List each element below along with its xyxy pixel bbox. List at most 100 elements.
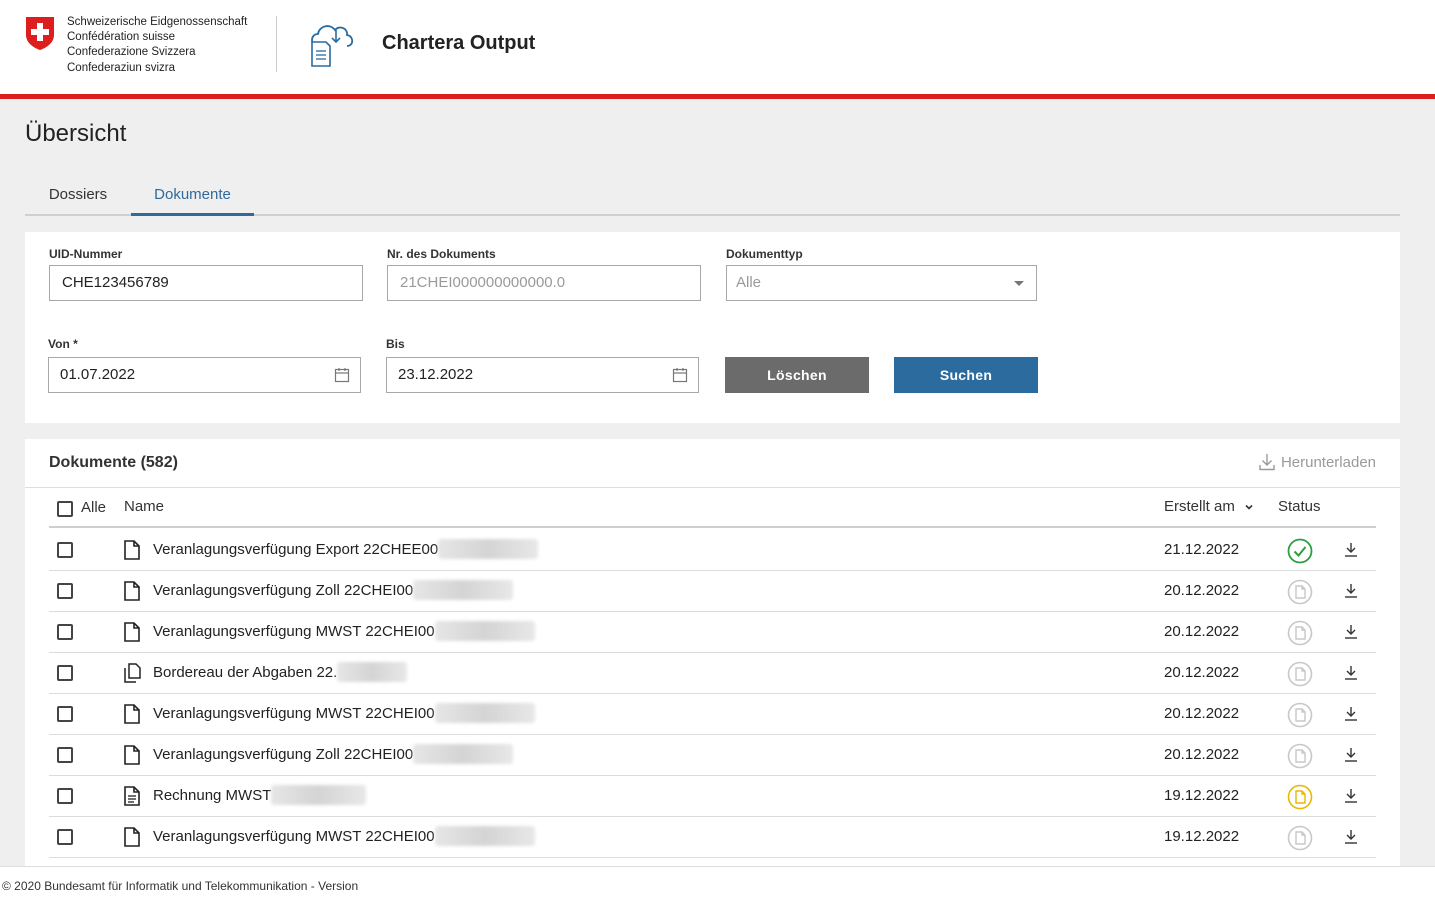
table-row[interactable]: Veranlagungsverfügung MWST 22CHEI00 19.12… bbox=[49, 817, 1376, 858]
table-row[interactable]: Veranlagungsverfügung Export 22CHEE00 21.… bbox=[49, 530, 1376, 571]
uid-input[interactable]: CHE123456789 bbox=[49, 265, 363, 301]
table-row[interactable]: Veranlagungsverfügung Zoll 22CHEI00 20.12… bbox=[49, 735, 1376, 776]
status-warning-icon bbox=[1287, 784, 1313, 810]
table-row[interactable]: Veranlagungsverfügung MWST 22CHEI00 20.12… bbox=[49, 694, 1376, 735]
search-button[interactable]: Suchen bbox=[894, 357, 1038, 393]
row-checkbox[interactable] bbox=[57, 583, 73, 599]
page-title: Übersicht bbox=[25, 120, 127, 147]
app-title: Chartera Output bbox=[382, 32, 536, 54]
to-label: Bis bbox=[386, 337, 405, 351]
uid-label: UID-Nummer bbox=[49, 247, 123, 261]
redacted-text bbox=[413, 579, 514, 600]
redacted-text bbox=[337, 661, 408, 682]
row-name-cell[interactable]: Veranlagungsverfügung MWST 22CHEI00 bbox=[153, 620, 535, 641]
redacted-text bbox=[438, 538, 539, 559]
document-icon bbox=[124, 827, 140, 847]
column-status: Status bbox=[1278, 498, 1321, 515]
filter-panel: UID-Nummer CHE123456789 Nr. des Dokument… bbox=[25, 232, 1400, 423]
download-all-button[interactable]: Herunterladen bbox=[1259, 453, 1376, 471]
redacted-text bbox=[271, 784, 367, 805]
table-row[interactable]: Veranlagungsverfügung MWST 22CHEI00 20.12… bbox=[49, 612, 1376, 653]
doctype-select[interactable]: Alle bbox=[726, 265, 1037, 301]
app-header: Schweizerische Eidgenossenschaft Confédé… bbox=[0, 0, 1435, 94]
confed-line-it: Confederazione Svizzera bbox=[67, 46, 196, 59]
documents-stack-icon bbox=[124, 663, 141, 683]
confed-line-fr: Confédération suisse bbox=[67, 31, 176, 44]
row-name-cell[interactable]: Veranlagungsverfügung MWST 22CHEI00 bbox=[153, 825, 535, 846]
row-name: Veranlagungsverfügung Zoll 22CHEI00 bbox=[153, 582, 414, 599]
tab-dossiers[interactable]: Dossiers bbox=[25, 176, 131, 216]
chevron-down-icon bbox=[1014, 281, 1024, 286]
confed-line-de: Schweizerische Eidgenossenschaft bbox=[67, 16, 248, 28]
table-header: Alle Name Erstellt am Status bbox=[49, 488, 1376, 528]
row-date: 20.12.2022 bbox=[1164, 746, 1240, 763]
row-name: Veranlagungsverfügung MWST 22CHEI00 bbox=[153, 828, 435, 845]
column-created-sort[interactable]: Erstellt am bbox=[1164, 498, 1253, 515]
column-created-label: Erstellt am bbox=[1164, 498, 1235, 515]
from-date-input[interactable]: 01.07.2022 bbox=[48, 357, 361, 393]
row-date: 20.12.2022 bbox=[1164, 582, 1240, 599]
calendar-icon[interactable] bbox=[334, 367, 350, 383]
docnr-input[interactable]: 21CHEI000000000000.0 bbox=[387, 265, 701, 301]
table-row[interactable]: Bordereau der Abgaben 22. 20.12.2022 bbox=[49, 653, 1376, 694]
row-name-cell[interactable]: Veranlagungsverfügung Zoll 22CHEI00 bbox=[153, 743, 514, 764]
tab-bar: Dossiers Dokumente bbox=[25, 176, 1400, 216]
cloud-document-icon bbox=[311, 25, 354, 67]
column-all: Alle bbox=[81, 499, 107, 516]
row-name-cell[interactable]: Veranlagungsverfügung MWST 22CHEI00 bbox=[153, 702, 535, 723]
row-download-icon[interactable] bbox=[1343, 541, 1359, 559]
swiss-coat-of-arms-icon bbox=[26, 17, 54, 50]
row-checkbox[interactable] bbox=[57, 747, 73, 763]
document-icon bbox=[124, 745, 140, 765]
from-label: Von * bbox=[48, 337, 78, 351]
redacted-text bbox=[434, 825, 535, 846]
column-name: Name bbox=[124, 498, 165, 515]
row-download-icon[interactable] bbox=[1343, 582, 1359, 600]
row-download-icon[interactable] bbox=[1343, 746, 1359, 764]
row-date: 19.12.2022 bbox=[1164, 828, 1240, 845]
row-checkbox[interactable] bbox=[57, 542, 73, 558]
select-all-checkbox[interactable] bbox=[57, 501, 73, 517]
status-pending-icon bbox=[1287, 579, 1313, 605]
document-icon bbox=[124, 704, 140, 724]
row-checkbox[interactable] bbox=[57, 706, 73, 722]
document-icon bbox=[124, 581, 140, 601]
row-checkbox[interactable] bbox=[57, 829, 73, 845]
row-download-icon[interactable] bbox=[1343, 787, 1359, 805]
header-accent-bar bbox=[0, 94, 1435, 99]
row-checkbox[interactable] bbox=[57, 788, 73, 804]
results-title: Dokumente (582) bbox=[49, 454, 178, 471]
clear-button[interactable]: Löschen bbox=[725, 357, 869, 393]
download-icon bbox=[1259, 454, 1275, 471]
doctype-label: Dokumenttyp bbox=[726, 247, 803, 261]
to-date-input[interactable]: 23.12.2022 bbox=[386, 357, 699, 393]
row-checkbox[interactable] bbox=[57, 665, 73, 681]
row-download-icon[interactable] bbox=[1343, 828, 1359, 846]
row-download-icon[interactable] bbox=[1343, 664, 1359, 682]
chevron-down-icon bbox=[1245, 504, 1253, 510]
row-download-icon[interactable] bbox=[1343, 705, 1359, 723]
footer-copyright: © 2020 Bundesamt für Informatik und Tele… bbox=[0, 866, 1435, 898]
row-name-cell[interactable]: Bordereau der Abgaben 22. bbox=[153, 661, 408, 682]
row-name-cell[interactable]: Veranlagungsverfügung Zoll 22CHEI00 bbox=[153, 579, 514, 600]
calendar-icon[interactable] bbox=[672, 367, 688, 383]
document-icon bbox=[124, 540, 140, 560]
to-date-value: 23.12.2022 bbox=[398, 366, 474, 383]
header-divider bbox=[276, 16, 277, 72]
status-pending-icon bbox=[1287, 825, 1313, 851]
tab-dokumente[interactable]: Dokumente bbox=[131, 176, 254, 216]
invoice-icon bbox=[124, 786, 140, 806]
row-date: 20.12.2022 bbox=[1164, 623, 1240, 640]
status-pending-icon bbox=[1287, 743, 1313, 769]
status-completed-icon bbox=[1287, 538, 1313, 564]
table-row[interactable]: Veranlagungsverfügung Zoll 22CHEI00 20.12… bbox=[49, 571, 1376, 612]
row-name: Veranlagungsverfügung MWST 22CHEI00 bbox=[153, 623, 435, 640]
row-checkbox[interactable] bbox=[57, 624, 73, 640]
row-name-cell[interactable]: Rechnung MWST bbox=[153, 784, 367, 805]
table-row[interactable]: Rechnung MWST 19.12.2022 bbox=[49, 776, 1376, 817]
row-name-cell[interactable]: Veranlagungsverfügung Export 22CHEE00 bbox=[153, 538, 539, 559]
row-name: Rechnung MWST bbox=[153, 787, 272, 804]
confederation-name: Schweizerische Eidgenossenschaft Confédé… bbox=[67, 15, 247, 76]
row-download-icon[interactable] bbox=[1343, 623, 1359, 641]
from-date-value: 01.07.2022 bbox=[60, 366, 136, 383]
